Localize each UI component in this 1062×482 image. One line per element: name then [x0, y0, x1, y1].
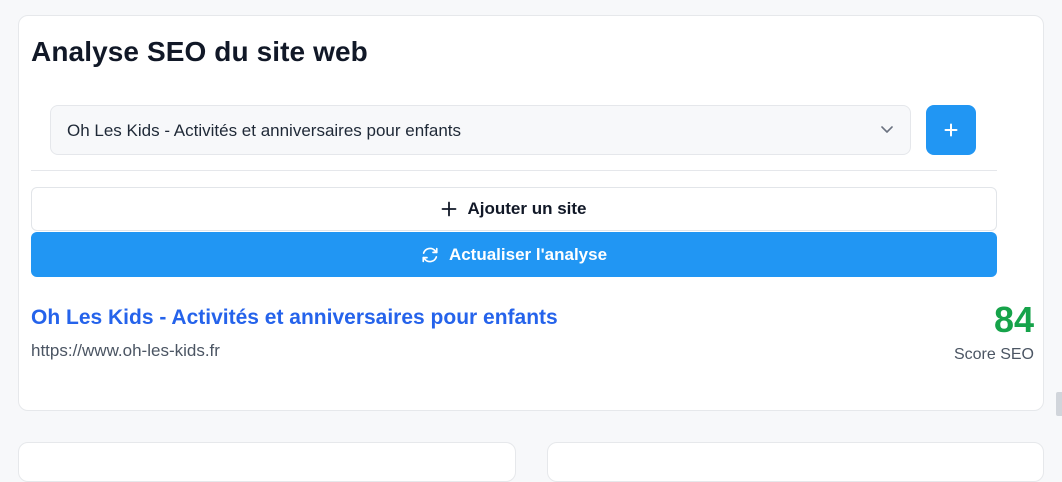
add-site-button[interactable]: Ajouter un site: [31, 187, 997, 231]
refresh-icon: [421, 246, 439, 264]
seo-score-value: 84: [993, 299, 1034, 340]
site-select[interactable]: Oh Les Kids - Activités et anniversaires…: [50, 105, 911, 155]
refresh-analysis-button[interactable]: Actualiser l'analyse: [31, 232, 997, 277]
secondary-card-right: [547, 442, 1044, 482]
plus-icon: [943, 122, 959, 138]
seo-score-label: Score SEO: [953, 346, 1034, 363]
chevron-down-icon: [880, 124, 894, 134]
site-select-value: Oh Les Kids - Activités et anniversaires…: [67, 121, 462, 140]
refresh-analysis-label: Actualiser l'analyse: [448, 244, 608, 264]
page-title: Analyse SEO du site web: [31, 36, 368, 67]
plus-icon: [441, 201, 457, 217]
secondary-card-left: [18, 442, 516, 482]
site-name-link[interactable]: Oh Les Kids - Activités et anniversaires…: [31, 306, 558, 330]
scroll-handle[interactable]: [1056, 392, 1062, 416]
add-site-icon-button[interactable]: [926, 105, 976, 155]
add-site-label: Ajouter un site: [467, 199, 587, 218]
divider: [31, 170, 997, 171]
site-url: https://www.oh-les-kids.fr: [31, 341, 220, 360]
